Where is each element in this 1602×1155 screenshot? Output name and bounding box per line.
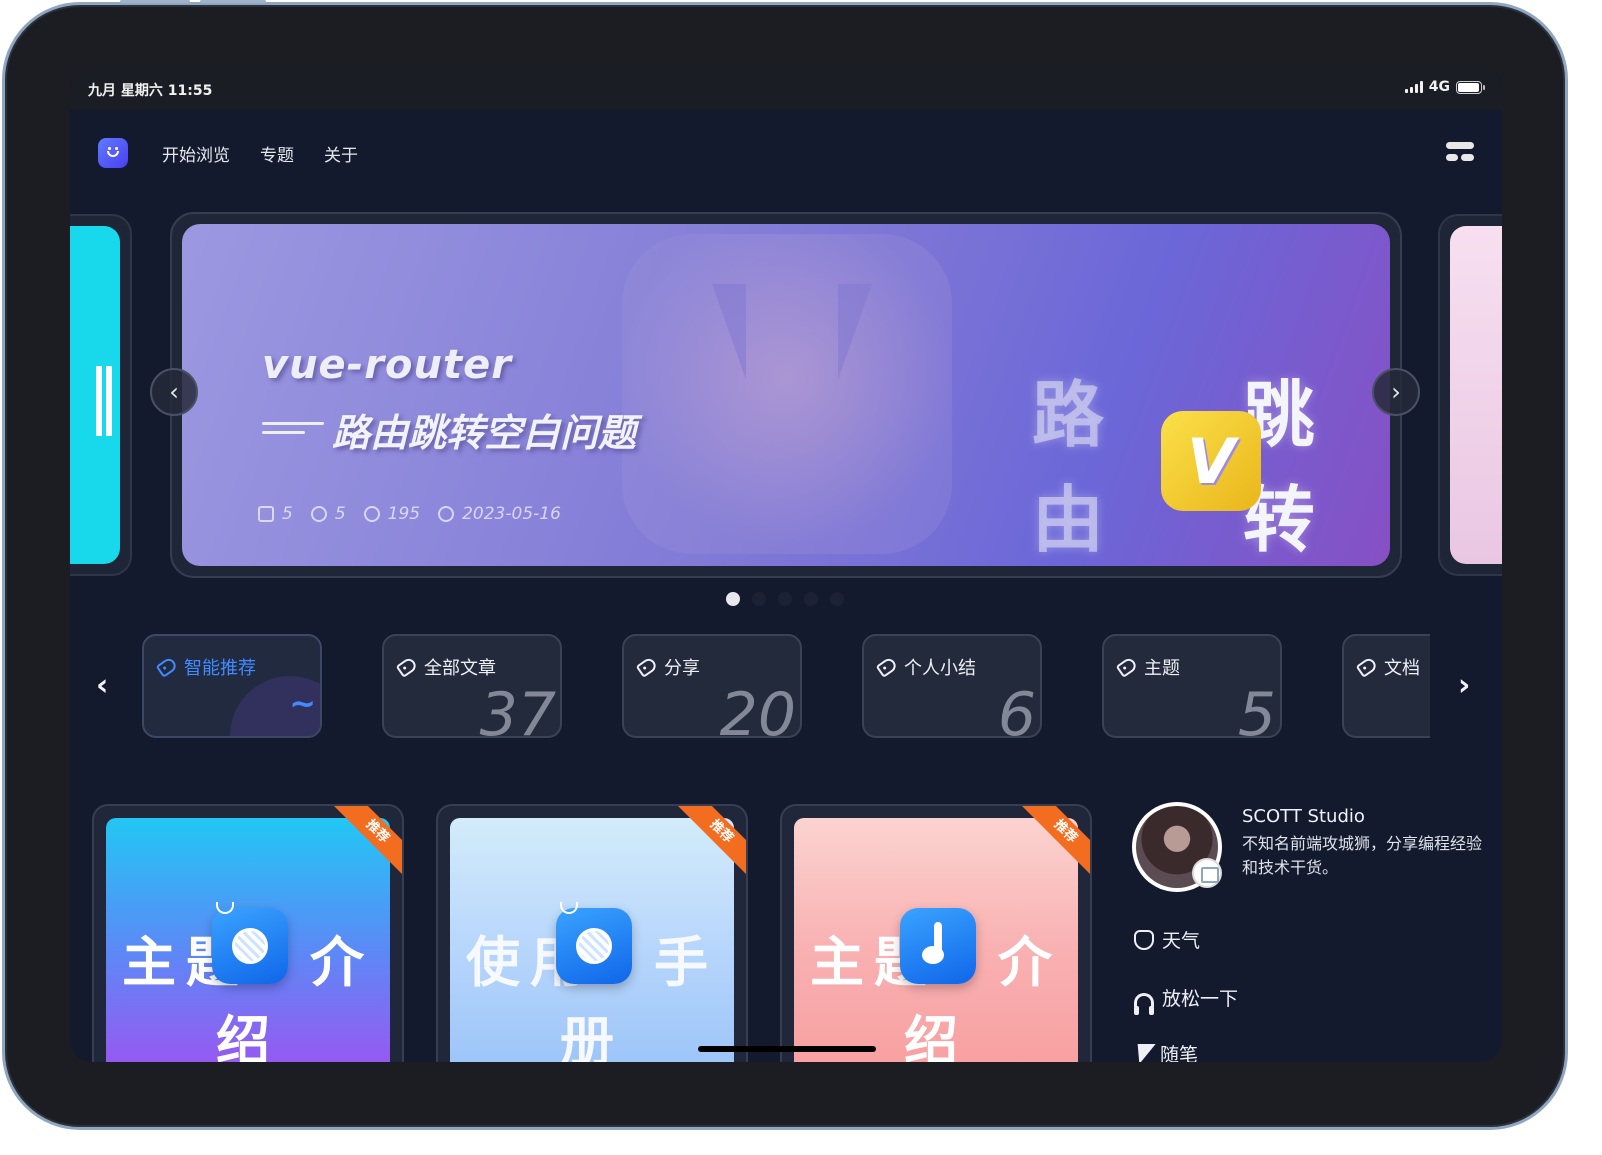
tag-icon xyxy=(635,656,659,678)
article-cover: 使用 手册 xyxy=(450,818,734,1062)
home-indicator[interactable] xyxy=(698,1046,876,1052)
category-card-theme[interactable]: 主题 5 xyxy=(1102,634,1282,738)
category-label: 分享 xyxy=(664,658,700,679)
image-placeholder-icon xyxy=(1192,858,1222,888)
hand-pointer-icon xyxy=(1134,929,1154,950)
tag-icon xyxy=(155,656,179,678)
status-bar: 九月 星期六 11:55 4G xyxy=(70,66,1502,110)
carousel-slide-prev[interactable] xyxy=(70,214,132,576)
navbar: 开始浏览 专题 关于 xyxy=(70,110,1502,198)
carousel-dot[interactable] xyxy=(830,592,844,606)
category-label: 全部文章 xyxy=(424,658,496,679)
slide-title-cn: 路由跳转空白问题 xyxy=(332,411,637,455)
basketball-app-icon xyxy=(556,902,632,984)
category-prev-button[interactable]: ‹ xyxy=(96,668,108,703)
carousel-prev-button[interactable]: ‹ xyxy=(150,368,198,416)
category-label: 文档 xyxy=(1384,658,1420,679)
category-count: 5 xyxy=(1237,680,1276,738)
lightning-icon xyxy=(1130,1043,1156,1062)
nav-link-topics[interactable]: 专题 xyxy=(260,141,294,166)
smile-logo-icon[interactable] xyxy=(98,138,128,168)
volume-button xyxy=(120,0,190,3)
clock-icon xyxy=(438,506,455,522)
category-count: 37 xyxy=(479,680,556,738)
category-card-docs[interactable]: 文档 xyxy=(1342,634,1430,738)
category-label: 智能推荐 xyxy=(184,658,256,679)
category-card-share[interactable]: 分享 20 xyxy=(622,634,802,738)
likes-stat: 5 xyxy=(258,504,293,524)
music-note-app-icon xyxy=(900,908,976,984)
carousel-dot[interactable] xyxy=(778,592,792,606)
status-indicators: 4G xyxy=(1404,79,1485,95)
carousel-dot[interactable] xyxy=(752,592,766,606)
carousel-dot[interactable] xyxy=(804,592,818,606)
category-label: 主题 xyxy=(1144,658,1180,679)
profile-menu-relax[interactable]: 放松一下 xyxy=(1134,984,1238,1015)
slide-meta: 5 5 195 2023-05-16 xyxy=(258,504,561,524)
article-cover: 主题 介绍 xyxy=(106,818,390,1062)
category-card-all[interactable]: 全部文章 37 xyxy=(382,634,562,738)
category-count: 6 xyxy=(997,680,1036,738)
tag-icon xyxy=(1355,656,1379,678)
category-card-summary[interactable]: 个人小结 6 xyxy=(862,634,1042,738)
basketball-app-icon xyxy=(212,902,288,984)
status-time: 九月 星期六 11:55 xyxy=(88,83,213,99)
nav-links: 开始浏览 专题 关于 xyxy=(162,141,358,166)
slide-banner-text: 路由 V 跳转 xyxy=(1032,356,1390,566)
category-count: ~ xyxy=(289,684,316,722)
category-track: 智能推荐 ~ 全部文章 37 分享 20 个人小结 6 主题 5 文档 xyxy=(142,634,1430,740)
nav-link-about[interactable]: 关于 xyxy=(324,141,358,166)
article-card[interactable]: 推荐 主题 介绍 xyxy=(780,804,1092,1062)
signal-icon xyxy=(1404,81,1423,93)
tag-icon xyxy=(395,656,419,678)
featured-carousel: vue-router 路由跳转空白问题 5 5 195 2023-05-16 路… xyxy=(70,212,1502,612)
profile-menu-weather[interactable]: 天气 xyxy=(1134,926,1200,953)
eye-icon xyxy=(363,506,380,522)
volume-button xyxy=(200,0,266,3)
thumbs-up-icon xyxy=(258,506,274,522)
carousel-slide-active[interactable]: vue-router 路由跳转空白问题 5 5 195 2023-05-16 路… xyxy=(170,212,1402,578)
tag-icon xyxy=(1115,656,1139,678)
article-card[interactable]: 推荐 主题 介绍 xyxy=(92,804,404,1062)
battery-icon xyxy=(1456,80,1485,94)
vue-badge-icon: V xyxy=(1161,411,1261,511)
category-card-recommend[interactable]: 智能推荐 ~ xyxy=(142,634,322,738)
carousel-dot[interactable] xyxy=(726,592,740,606)
banner-text-left: 路由 xyxy=(1032,373,1107,562)
views-stat: 195 xyxy=(363,504,420,524)
banner-text-right: 跳转 xyxy=(1242,373,1317,562)
profile-menu-notes[interactable]: 随笔 xyxy=(1130,1040,1198,1062)
date-stat: 2023-05-16 xyxy=(438,504,561,524)
carousel-slide-next[interactable] xyxy=(1438,214,1502,576)
slide-banner: vue-router 路由跳转空白问题 5 5 195 2023-05-16 路… xyxy=(182,224,1390,566)
menu-icon[interactable] xyxy=(1446,142,1474,164)
dash-lines xyxy=(262,422,324,440)
tag-icon xyxy=(875,656,899,678)
profile-name: SCOTT Studio xyxy=(1242,806,1365,827)
profile-description: 不知名前端攻城狮，分享编程经验和技术干货。 xyxy=(1242,834,1483,877)
headphones-icon xyxy=(1134,992,1154,1015)
category-label: 个人小结 xyxy=(904,658,976,679)
screen: 九月 星期六 11:55 4G 开始浏览 专题 关于 vue-router 路由… xyxy=(70,66,1502,1062)
article-card[interactable]: 推荐 使用 手册 xyxy=(436,804,748,1062)
slide-title-en: vue-router xyxy=(262,342,512,388)
category-next-button[interactable]: › xyxy=(1458,668,1470,703)
comments-stat: 5 xyxy=(310,504,346,524)
article-cover: 主题 介绍 xyxy=(794,818,1078,1062)
carousel-next-button[interactable]: › xyxy=(1372,368,1420,416)
carousel-dots xyxy=(726,592,844,606)
network-label: 4G xyxy=(1428,79,1450,95)
comment-icon xyxy=(310,506,327,522)
category-count: 20 xyxy=(719,680,796,738)
category-bar: ‹ 智能推荐 ~ 全部文章 37 分享 20 个人小结 6 主题 5 文档 › xyxy=(70,632,1502,742)
profile-panel: SCOTT Studio 不知名前端攻城狮，分享编程经验和技术干货。 天气 放松… xyxy=(1130,802,1492,1062)
nav-link-browse[interactable]: 开始浏览 xyxy=(162,141,230,166)
